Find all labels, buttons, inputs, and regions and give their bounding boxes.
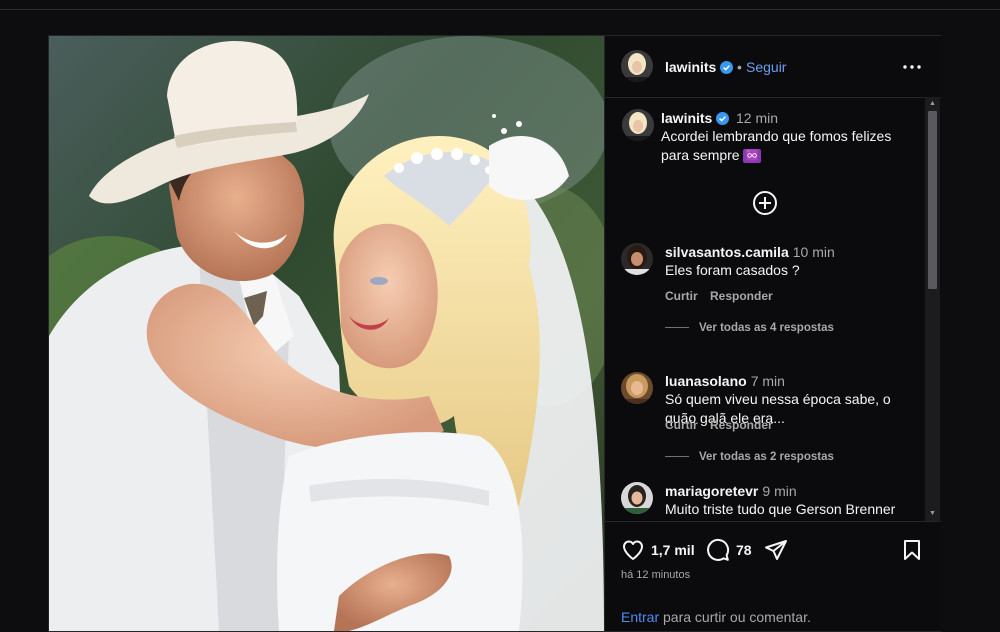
post-sidebar: lawinits • Seguir lawinits 12 min Acorde… (604, 36, 941, 631)
post-actions: 1,7 mil 78 há 12 minutos Entrar para cur… (605, 521, 941, 632)
scroll-down-arrow[interactable]: ▼ (929, 510, 936, 517)
comment-username[interactable]: luanasolano 7 min (665, 373, 785, 389)
caption-time: 12 min (736, 110, 779, 126)
paper-plane-icon[interactable] (764, 538, 788, 562)
comment-text: Muito triste tudo que Gerson Brenner (665, 501, 896, 517)
post-photo[interactable] (49, 36, 604, 631)
more-options-icon[interactable] (901, 58, 923, 76)
comment-count: 78 (736, 542, 752, 558)
top-bar (0, 0, 1000, 10)
like-comment-button[interactable]: Curtir (665, 418, 698, 432)
heart-icon[interactable] (621, 538, 645, 562)
infinity-emoji: ♾️ (743, 149, 762, 163)
commenter-avatar[interactable] (621, 243, 653, 275)
view-replies-button[interactable]: Ver todas as 2 respostas (699, 451, 834, 463)
scroll-up-arrow[interactable]: ▲ (929, 100, 936, 107)
scrollbar-thumb[interactable] (928, 111, 937, 289)
verified-badge-icon (716, 112, 730, 125)
commenter-avatar[interactable] (621, 482, 653, 514)
replies-divider (665, 456, 689, 457)
author-avatar[interactable] (621, 50, 653, 82)
view-replies-button[interactable]: Ver todas as 4 respostas (699, 322, 834, 334)
reply-button[interactable]: Responder (710, 289, 773, 303)
comment-time: 9 min (762, 483, 797, 499)
caption-text: Acordei lembrando que fomos felizes para… (661, 128, 892, 163)
verified-badge-icon (720, 61, 734, 74)
post-modal: lawinits • Seguir lawinits 12 min Acorde… (48, 35, 941, 632)
commenter-avatar[interactable] (621, 372, 653, 404)
replies-divider (665, 327, 689, 328)
comment-text: Só quem viveu nessa época sabe, o quão g… (665, 391, 891, 426)
login-link[interactable]: Entrar (621, 609, 659, 625)
bookmark-icon[interactable] (900, 538, 924, 562)
comment-time: 7 min (750, 373, 785, 389)
comment-time: 10 min (792, 244, 835, 260)
caption-avatar[interactable] (622, 109, 654, 141)
separator-dot: • (737, 59, 742, 75)
like-count[interactable]: 1,7 mil (651, 542, 695, 558)
comment-text: Eles foram casados ? (665, 262, 800, 278)
wedding-photo (49, 36, 604, 631)
login-prompt-text: para curtir ou comentar. (659, 609, 811, 625)
login-prompt: Entrar para curtir ou comentar. (621, 609, 811, 625)
comments-panel[interactable]: lawinits 12 min Acordei lembrando que fo… (605, 97, 941, 521)
comment-username[interactable]: silvasantos.camila 10 min (665, 244, 835, 260)
plus-circle-icon[interactable] (752, 190, 778, 216)
posted-time: há 12 minutos (621, 569, 691, 581)
caption-username[interactable]: lawinits (661, 110, 730, 126)
comment-bubble-icon[interactable] (706, 538, 730, 562)
like-comment-button[interactable]: Curtir (665, 289, 698, 303)
post-header: lawinits • Seguir (605, 36, 941, 98)
comment-username[interactable]: mariagoretevr 9 min (665, 483, 797, 499)
reply-button[interactable]: Responder (710, 418, 773, 432)
follow-button[interactable]: Seguir (746, 59, 786, 75)
author-username[interactable]: lawinits (665, 59, 734, 75)
